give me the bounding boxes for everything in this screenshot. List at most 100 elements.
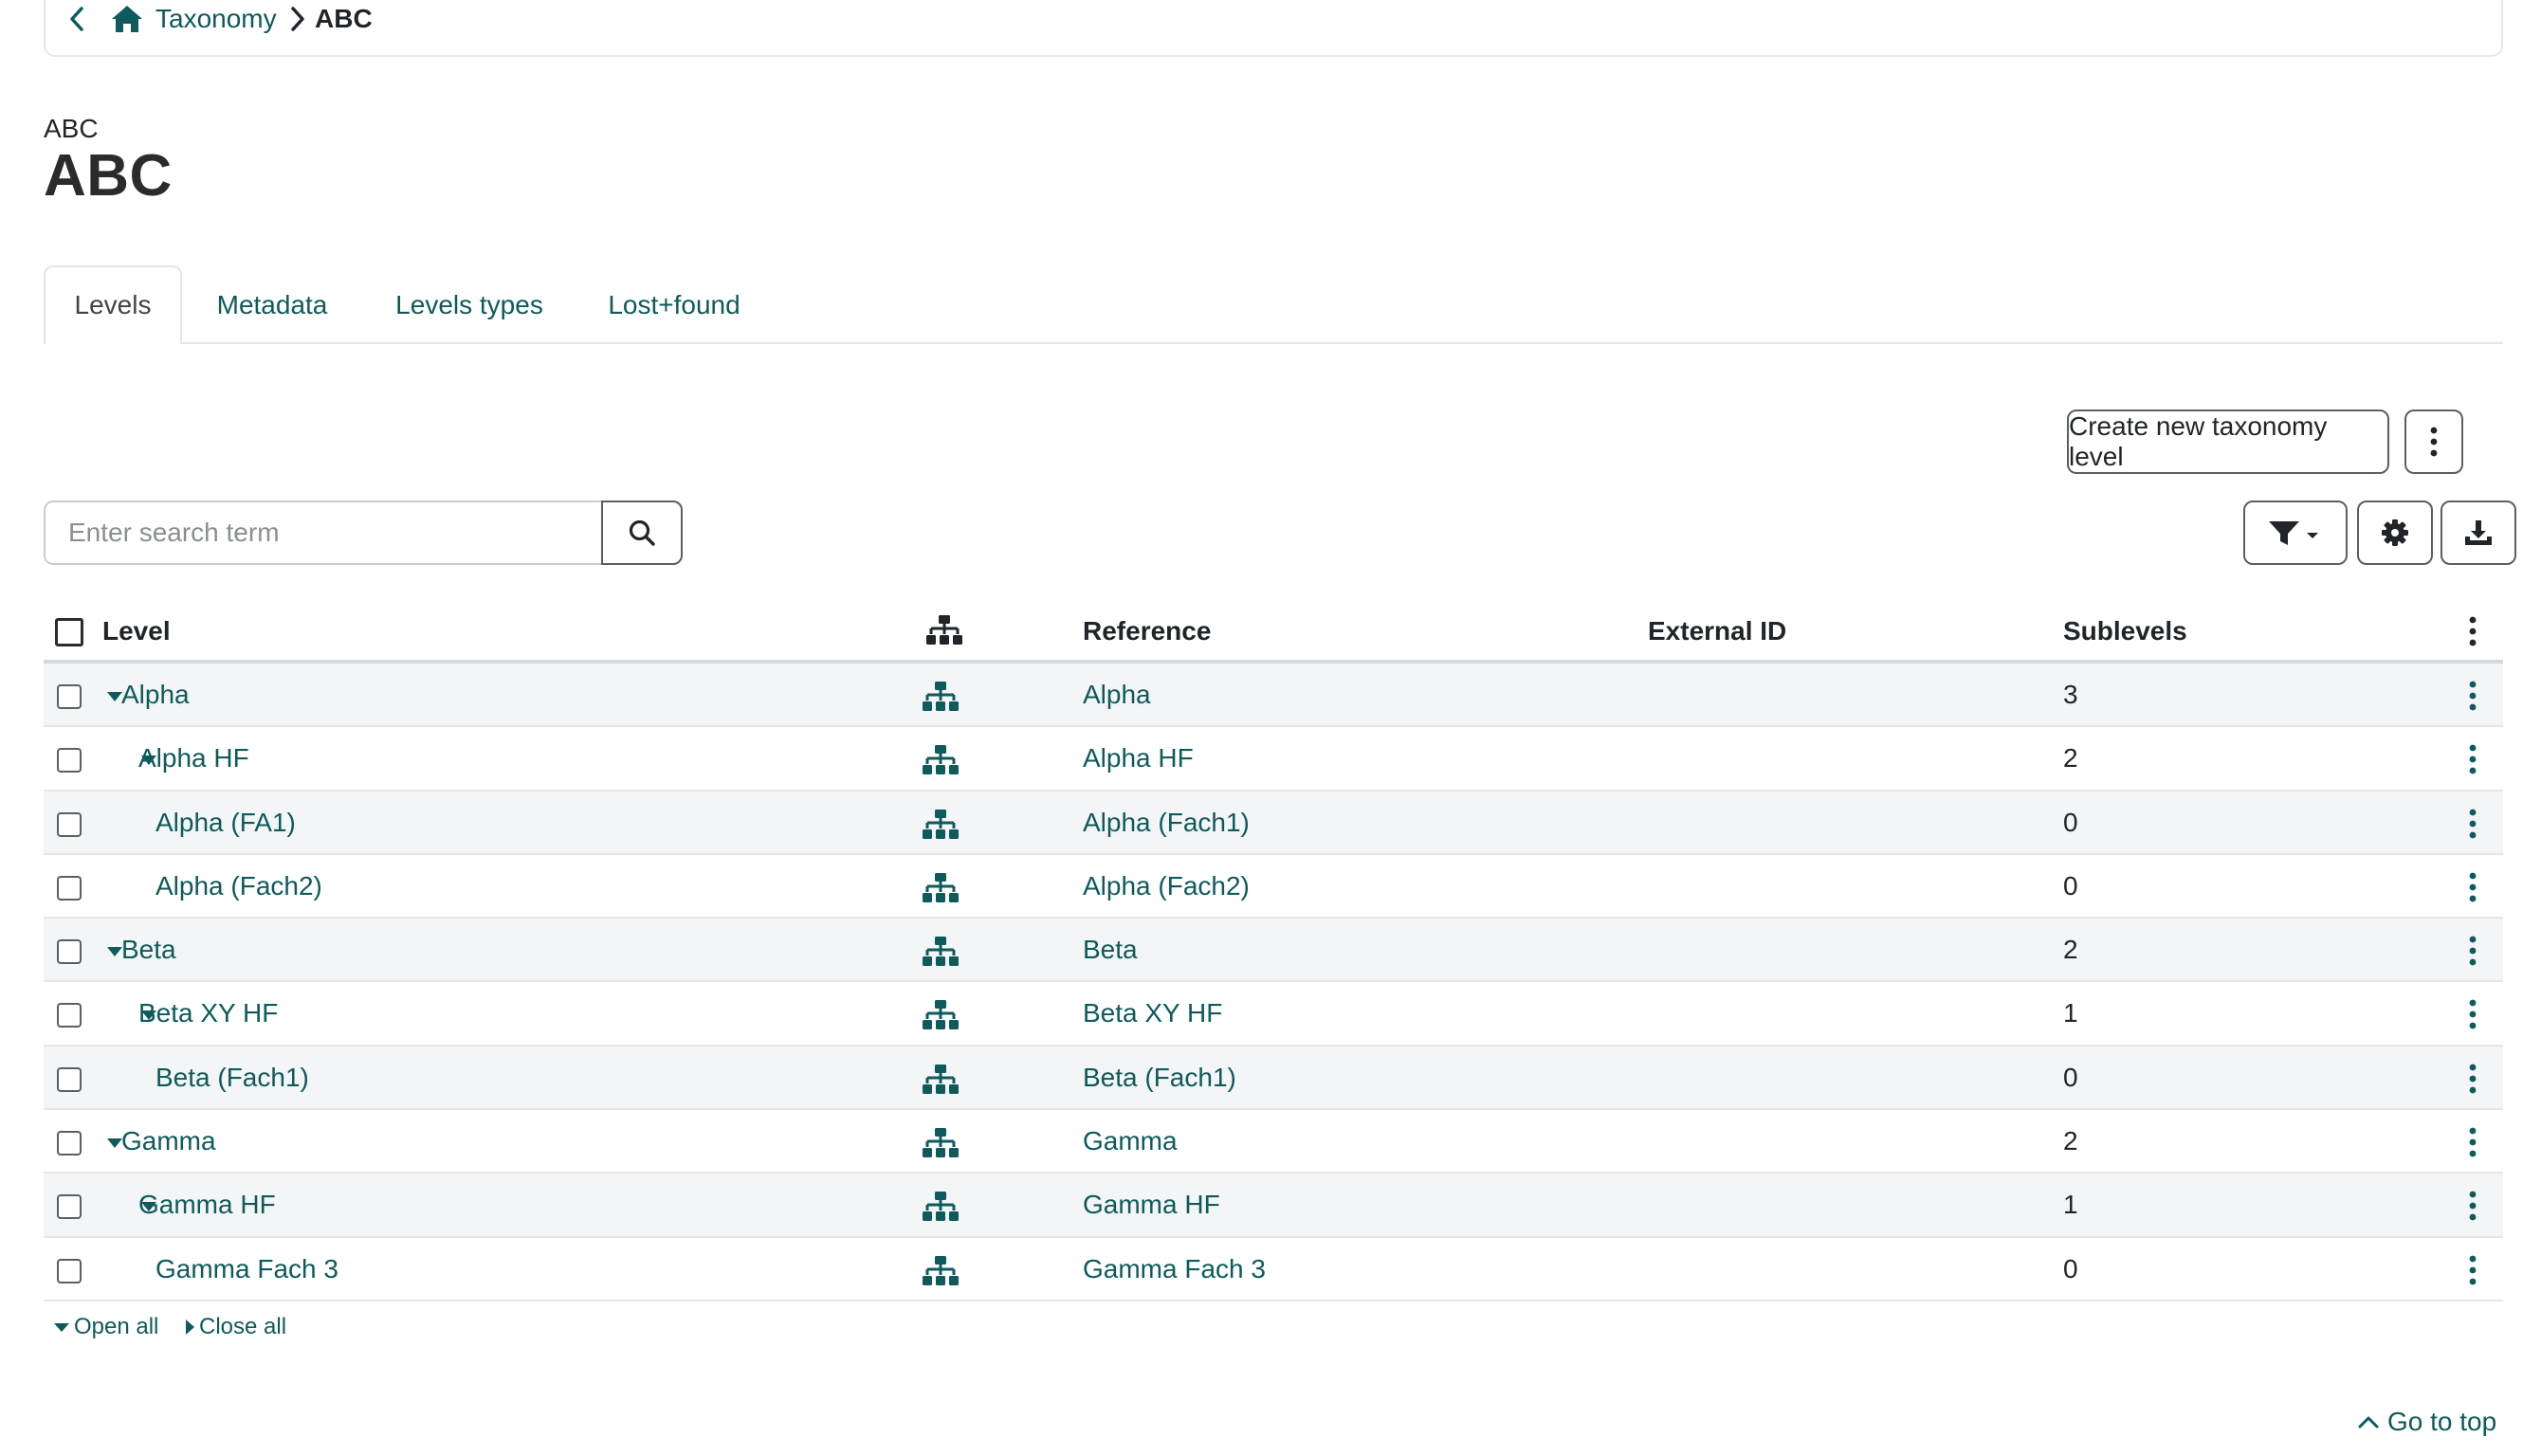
- table-row: Gamma Gamma 2: [44, 1110, 2503, 1174]
- level-name-link[interactable]: Alpha (FA1): [155, 808, 296, 838]
- table-row: Alpha (FA1) Alpha (Fach1) 0: [44, 791, 2503, 855]
- chevron-left-icon[interactable]: [63, 2, 91, 36]
- row-checkbox[interactable]: [57, 1194, 82, 1220]
- kebab-vertical-icon: [2469, 1127, 2477, 1157]
- more-actions-button[interactable]: [2404, 410, 2463, 474]
- column-header-reference[interactable]: Reference: [1083, 616, 1211, 646]
- row-checkbox[interactable]: [57, 684, 82, 709]
- row-checkbox[interactable]: [57, 811, 82, 837]
- hierarchy-icon[interactable]: [922, 1127, 960, 1159]
- row-checkbox[interactable]: [57, 1066, 82, 1092]
- row-checkbox[interactable]: [57, 1003, 82, 1028]
- hierarchy-icon: [925, 614, 963, 653]
- breadcrumb: Taxonomy ABC: [44, 0, 2503, 57]
- hierarchy-icon[interactable]: [922, 809, 960, 841]
- caret-right-icon: [186, 1320, 194, 1335]
- reference-link[interactable]: Gamma Fach 3: [1083, 1254, 1266, 1284]
- row-checkbox[interactable]: [57, 748, 82, 774]
- close-all-label: Close all: [199, 1314, 287, 1339]
- table-row: Beta Beta 2: [44, 919, 2503, 983]
- kebab-vertical-icon: [2469, 1191, 2477, 1221]
- column-header-sublevels[interactable]: Sublevels: [2063, 616, 2187, 646]
- breadcrumb-taxonomy-link[interactable]: Taxonomy: [155, 4, 277, 34]
- row-actions-button[interactable]: [2461, 868, 2484, 906]
- create-taxonomy-level-button[interactable]: Create new taxonomy level: [2067, 410, 2389, 474]
- column-header-external-id[interactable]: External ID: [1648, 616, 1786, 646]
- reference-link[interactable]: Alpha (Fach1): [1083, 808, 1250, 838]
- go-to-top-link[interactable]: Go to top: [2357, 1407, 2496, 1437]
- row-checkbox[interactable]: [57, 875, 82, 901]
- search-button[interactable]: [601, 500, 683, 565]
- close-all-link[interactable]: Close all: [184, 1314, 286, 1340]
- tab-levels[interactable]: Levels: [44, 265, 182, 345]
- row-actions-button[interactable]: [2461, 677, 2484, 715]
- level-name-link[interactable]: Beta: [121, 935, 176, 965]
- kebab-vertical-icon: [2469, 1064, 2477, 1094]
- filter-button[interactable]: [2243, 500, 2348, 565]
- reference-link[interactable]: Beta (Fach1): [1083, 1063, 1236, 1093]
- row-actions-button[interactable]: [2461, 995, 2484, 1033]
- row-actions-button[interactable]: [2461, 805, 2484, 843]
- kebab-vertical-icon: [2469, 999, 2477, 1029]
- reference-link[interactable]: Alpha (Fach2): [1083, 871, 1250, 901]
- row-actions-button[interactable]: [2461, 1123, 2484, 1161]
- caret-down-icon: [2307, 533, 2318, 538]
- select-all-checkbox[interactable]: [55, 618, 83, 646]
- hierarchy-icon[interactable]: [922, 681, 960, 713]
- search-input[interactable]: [44, 500, 603, 565]
- kebab-vertical-icon: [2469, 872, 2477, 902]
- level-name-link[interactable]: Gamma Fach 3: [155, 1254, 338, 1284]
- hierarchy-icon[interactable]: [922, 1191, 960, 1223]
- table-row: Alpha Alpha 3: [44, 664, 2503, 728]
- reference-link[interactable]: Gamma: [1083, 1126, 1178, 1156]
- sublevels-count: 2: [2063, 743, 2078, 774]
- hierarchy-icon[interactable]: [922, 1064, 960, 1096]
- row-actions-button[interactable]: [2461, 1251, 2484, 1289]
- open-all-link[interactable]: Open all: [53, 1314, 158, 1340]
- reference-link[interactable]: Gamma HF: [1083, 1190, 1220, 1220]
- hierarchy-icon[interactable]: [922, 936, 960, 968]
- gear-icon: [2382, 519, 2408, 546]
- level-name-link[interactable]: Beta XY HF: [138, 998, 278, 1028]
- row-actions-button[interactable]: [2461, 1187, 2484, 1225]
- hierarchy-icon[interactable]: [922, 872, 960, 904]
- chevron-up-icon: [2358, 1416, 2379, 1429]
- download-icon: [2465, 520, 2492, 545]
- row-checkbox[interactable]: [57, 1131, 82, 1156]
- row-actions-button[interactable]: [2461, 740, 2484, 778]
- reference-link[interactable]: Alpha HF: [1083, 743, 1194, 774]
- tab-levels-types[interactable]: Levels types: [379, 265, 559, 345]
- filter-icon: [2269, 521, 2299, 545]
- hierarchy-icon[interactable]: [922, 999, 960, 1031]
- tab-metadata[interactable]: Metadata: [201, 265, 343, 345]
- table-row: Beta XY HF Beta XY HF 1: [44, 982, 2503, 1046]
- kebab-vertical-icon: [2469, 616, 2477, 646]
- level-name-link[interactable]: Alpha HF: [138, 743, 249, 774]
- reference-link[interactable]: Beta XY HF: [1083, 998, 1222, 1028]
- page-title: ABC: [44, 143, 173, 209]
- column-header-level[interactable]: Level: [102, 616, 171, 646]
- home-icon[interactable]: [110, 4, 144, 34]
- level-name-link[interactable]: Alpha (Fach2): [155, 871, 322, 901]
- download-button[interactable]: [2440, 500, 2516, 565]
- tab-lost-found[interactable]: Lost+found: [590, 265, 759, 345]
- hierarchy-icon[interactable]: [922, 744, 960, 776]
- row-actions-button[interactable]: [2461, 1060, 2484, 1098]
- kebab-vertical-icon: [2469, 681, 2477, 711]
- level-name-link[interactable]: Gamma: [121, 1126, 216, 1156]
- chevron-right-icon: [288, 5, 307, 33]
- go-to-top-label: Go to top: [2387, 1407, 2497, 1436]
- row-checkbox[interactable]: [57, 939, 82, 965]
- level-name-link[interactable]: Beta (Fach1): [155, 1063, 309, 1093]
- reference-link[interactable]: Beta: [1083, 935, 1138, 965]
- reference-link[interactable]: Alpha: [1083, 680, 1151, 710]
- row-actions-button[interactable]: [2461, 932, 2484, 970]
- level-name-link[interactable]: Gamma HF: [138, 1190, 276, 1220]
- caret-down-icon: [54, 1323, 69, 1332]
- search-icon: [629, 519, 655, 546]
- level-name-link[interactable]: Alpha: [121, 680, 190, 710]
- row-checkbox[interactable]: [57, 1258, 82, 1283]
- hierarchy-icon[interactable]: [922, 1255, 960, 1287]
- table-settings-button[interactable]: [2357, 500, 2433, 565]
- column-actions-button[interactable]: [2461, 612, 2484, 650]
